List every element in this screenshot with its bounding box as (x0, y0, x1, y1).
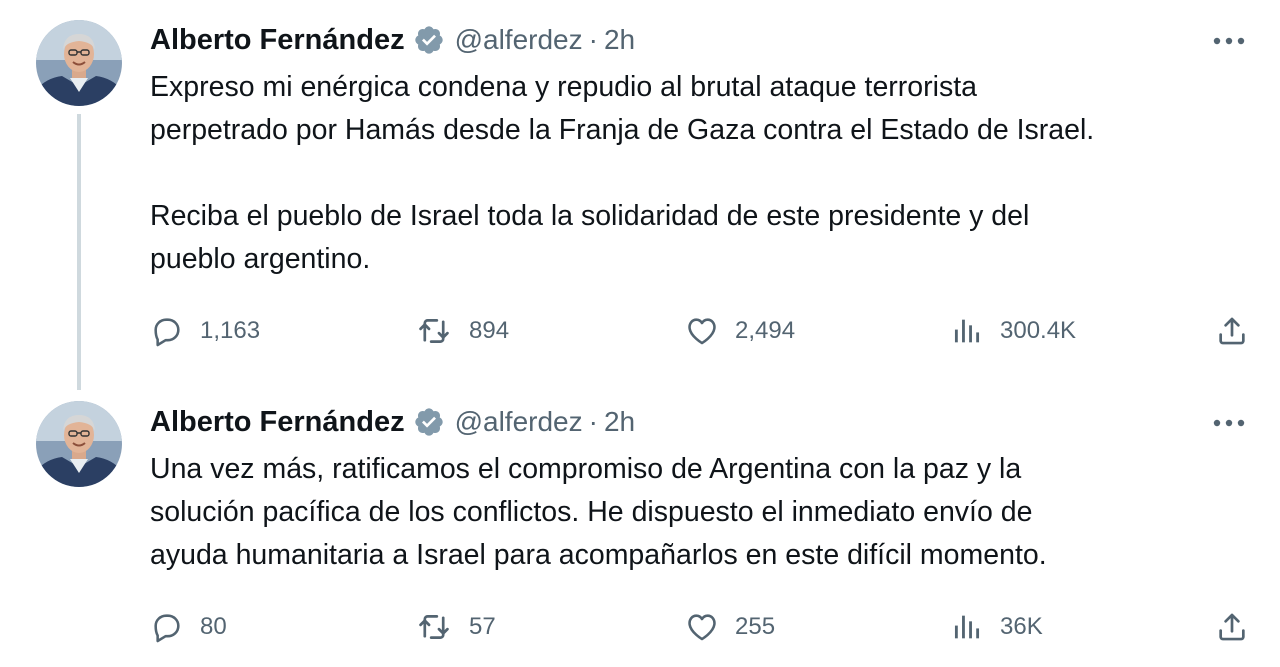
more-options-icon[interactable] (1208, 26, 1250, 56)
reply-count: 1,163 (200, 317, 261, 344)
reply-icon (154, 318, 180, 347)
share-icon (1219, 317, 1245, 345)
tweet-actions: 1,163 894 2,494 300.4K (150, 311, 1260, 351)
share-button[interactable] (1215, 607, 1265, 647)
reply-icon (154, 614, 180, 643)
avatar[interactable] (36, 401, 122, 487)
retweet-button[interactable]: 57 (415, 607, 496, 647)
retweet-icon (419, 319, 449, 343)
tweet[interactable]: Alberto Fernández @alferdez · 2h Expreso… (0, 0, 1280, 390)
tweet[interactable]: Alberto Fernández @alferdez · 2h Una vez… (0, 382, 1280, 667)
views-button[interactable]: 36K (950, 607, 1043, 647)
retweet-button[interactable]: 894 (415, 311, 509, 351)
tweet-header: Alberto Fernández @alferdez · 2h (150, 20, 635, 60)
tweet-header: Alberto Fernández @alferdez · 2h (150, 402, 635, 442)
reply-button[interactable]: 1,163 (150, 311, 260, 351)
views-button[interactable]: 300.4K (950, 311, 1076, 351)
like-count: 255 (735, 613, 776, 640)
views-icon (954, 615, 980, 639)
author-name[interactable]: Alberto Fernández (150, 406, 405, 439)
retweet-count: 57 (469, 613, 496, 640)
like-icon (688, 318, 716, 345)
verified-badge-icon (413, 24, 445, 56)
thread-connector-line (77, 114, 81, 390)
reply-count: 80 (200, 613, 227, 640)
author-name[interactable]: Alberto Fernández (150, 24, 405, 57)
separator-dot: · (588, 406, 598, 437)
retweet-icon (419, 615, 449, 639)
reply-button[interactable]: 80 (150, 607, 227, 647)
separator-dot: · (588, 24, 598, 55)
views-icon (954, 319, 980, 343)
share-icon (1219, 613, 1245, 641)
views-count: 300.4K (1000, 317, 1077, 344)
tweet-text: Una vez más, ratificamos el compromiso d… (150, 453, 1047, 571)
author-handle[interactable]: @alferdez (455, 24, 583, 56)
tweet-text: Expreso mi enérgica condena y repudio al… (150, 71, 1095, 275)
like-icon (688, 614, 716, 641)
retweet-count: 894 (469, 317, 510, 344)
like-button[interactable]: 2,494 (685, 311, 795, 351)
share-button[interactable] (1215, 311, 1265, 351)
author-handle[interactable]: @alferdez (455, 406, 583, 438)
like-count: 2,494 (735, 317, 796, 344)
timestamp[interactable]: 2h (604, 406, 635, 438)
more-options-icon[interactable] (1208, 408, 1250, 438)
avatar[interactable] (36, 20, 122, 106)
like-button[interactable]: 255 (685, 607, 775, 647)
verified-badge-icon (413, 406, 445, 438)
tweet-actions: 80 57 255 36K (150, 607, 1260, 647)
views-count: 36K (1000, 613, 1043, 640)
timestamp[interactable]: 2h (604, 24, 635, 56)
